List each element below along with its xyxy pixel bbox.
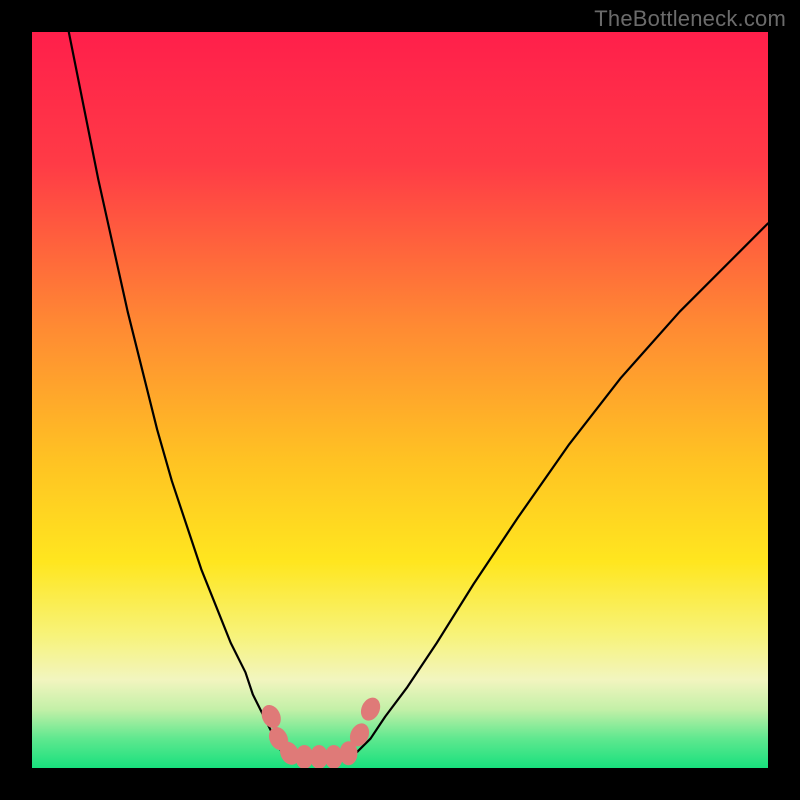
plot-area (32, 32, 768, 768)
gradient-background (32, 32, 768, 768)
outer-frame: TheBottleneck.com (0, 0, 800, 800)
chart-svg (32, 32, 768, 768)
watermark-text: TheBottleneck.com (594, 6, 786, 32)
